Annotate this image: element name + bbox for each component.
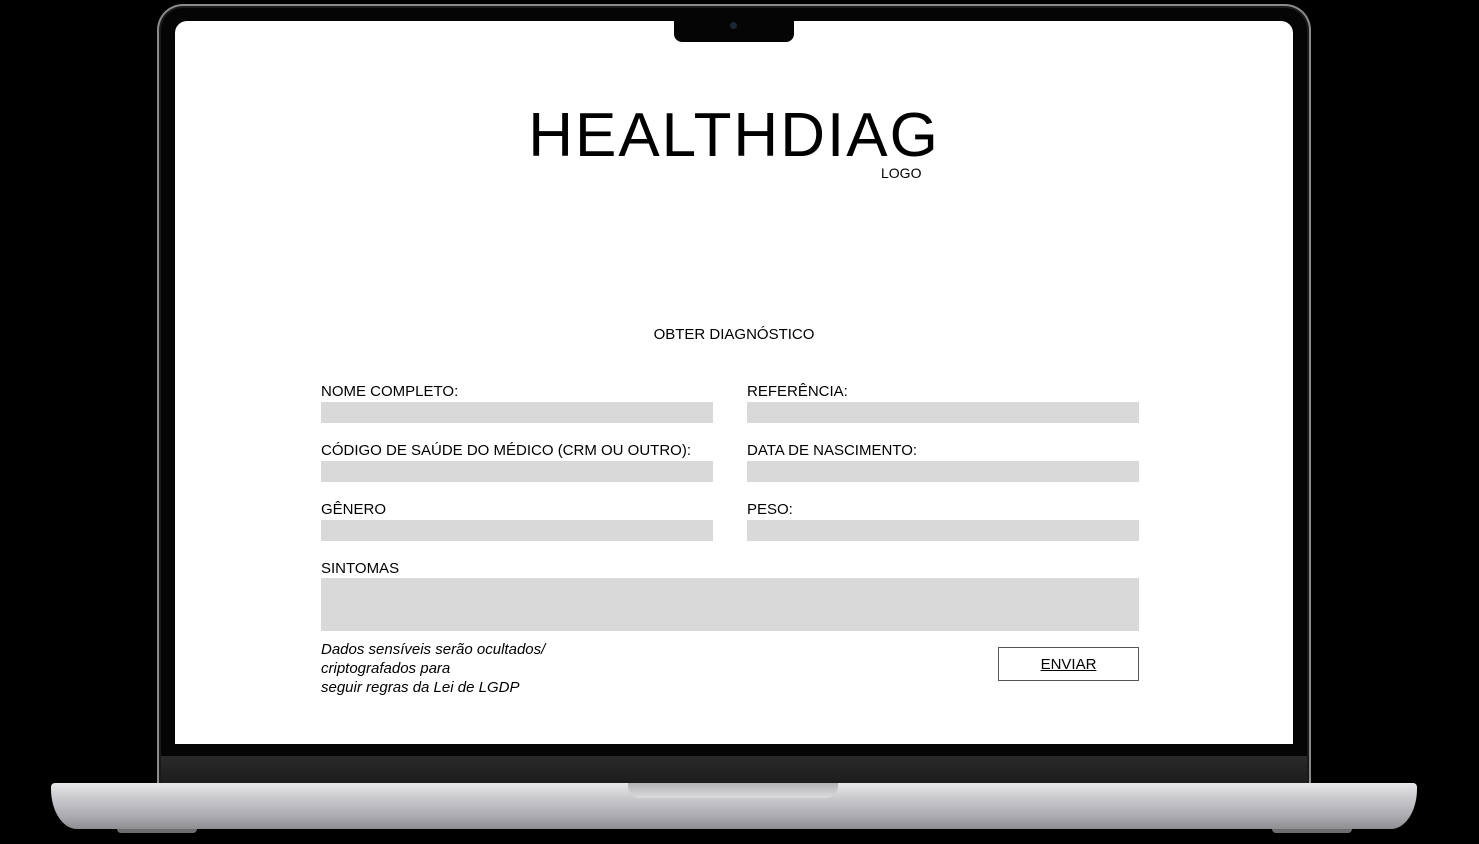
symptoms-label: SINTOMAS — [321, 560, 400, 577]
laptop-foot-right — [1272, 829, 1352, 833]
laptop-opening-groove — [628, 783, 838, 798]
brand-title: HEALTHDIAG — [528, 101, 940, 170]
screen-chin — [161, 756, 1307, 784]
birth-date-input[interactable] — [747, 461, 1139, 482]
app-screen: HEALTHDIAG LOGO OBTER DIAGNÓSTICO NOME C… — [175, 21, 1293, 744]
form-title: OBTER DIAGNÓSTICO — [653, 326, 815, 343]
full-name-input[interactable] — [321, 402, 713, 423]
symptoms-textarea[interactable] — [321, 578, 1139, 631]
brand-logo-label: LOGO — [881, 165, 922, 181]
doctor-code-input[interactable] — [321, 461, 713, 482]
privacy-note-line: seguir regras da Lei de LGDP — [321, 679, 520, 696]
privacy-note: Dados sensíveis serão ocultados/ criptog… — [321, 640, 545, 697]
privacy-note-line: criptografados para — [321, 660, 451, 677]
full-name-label: NOME COMPLETO: — [321, 383, 459, 400]
birth-date-label: DATA DE NASCIMENTO: — [747, 442, 918, 459]
reference-input[interactable] — [747, 402, 1139, 423]
gender-input[interactable] — [321, 520, 713, 541]
submit-button[interactable]: ENVIAR — [998, 647, 1139, 681]
weight-input[interactable] — [747, 520, 1139, 541]
gender-label: GÊNERO — [321, 501, 387, 518]
laptop-foot-left — [117, 829, 197, 833]
reference-label: REFERÊNCIA: — [747, 383, 848, 400]
privacy-note-line: Dados sensíveis serão ocultados/ — [321, 641, 546, 658]
camera-icon — [730, 22, 737, 29]
weight-label: PESO: — [747, 501, 793, 518]
doctor-code-label: CÓDIGO DE SAÚDE DO MÉDICO (CRM OU OUTRO)… — [321, 442, 692, 459]
